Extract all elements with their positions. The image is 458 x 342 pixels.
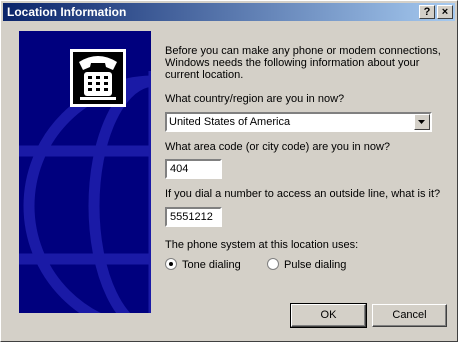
- outside-line-field[interactable]: 5551212: [165, 207, 222, 227]
- telephone-icon: [79, 56, 117, 100]
- radio-selected-icon: [165, 258, 177, 270]
- tone-dialing-label: Tone dialing: [182, 259, 241, 271]
- country-label: What country/region are you in now?: [165, 93, 345, 105]
- window-title: Location Information: [7, 5, 127, 19]
- title-bar[interactable]: Location Information ? ×: [3, 3, 455, 21]
- pulse-dialing-radio[interactable]: Pulse dialing: [267, 258, 346, 272]
- location-information-dialog: Location Information ? × Before you can …: [0, 0, 458, 342]
- close-button[interactable]: ×: [437, 5, 453, 19]
- globe-graphic: [19, 31, 151, 313]
- country-value: United States of America: [169, 116, 291, 128]
- tone-dialing-radio[interactable]: Tone dialing: [165, 258, 241, 272]
- radio-unselected-icon: [267, 258, 279, 270]
- dropdown-button[interactable]: [414, 114, 430, 130]
- ok-button[interactable]: OK: [290, 303, 367, 328]
- cancel-button[interactable]: Cancel: [372, 304, 447, 327]
- country-select[interactable]: United States of America: [165, 112, 432, 132]
- phone-system-label: The phone system at this location uses:: [165, 239, 359, 251]
- chevron-down-icon: [418, 120, 425, 124]
- area-code-field[interactable]: 404: [165, 159, 222, 179]
- help-button[interactable]: ?: [419, 5, 435, 19]
- telephone-icon-frame: [70, 49, 126, 107]
- pulse-dialing-label: Pulse dialing: [284, 259, 347, 271]
- intro-text: Before you can make any phone or modem c…: [165, 45, 441, 81]
- outside-line-label: If you dial a number to access an outsid…: [165, 188, 441, 200]
- area-code-label: What area code (or city code) are you in…: [165, 141, 391, 153]
